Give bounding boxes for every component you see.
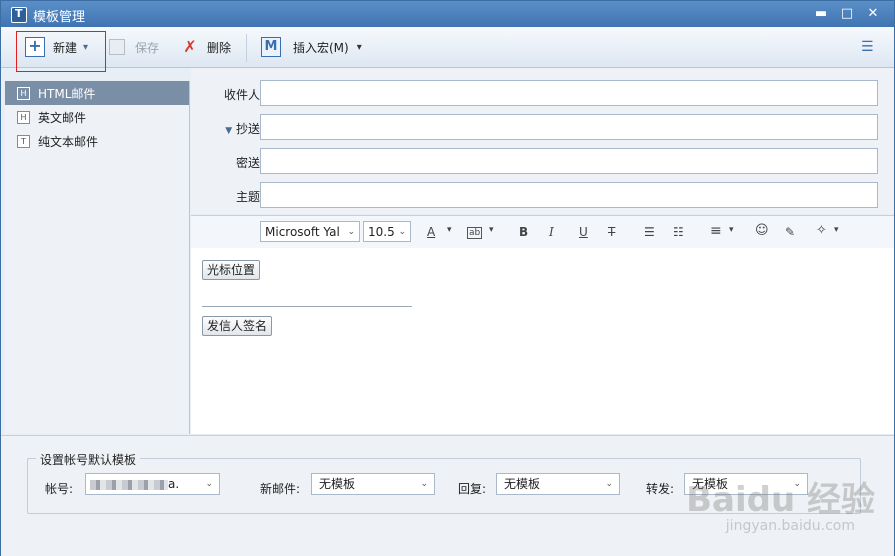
template-list: H HTML邮件 H 英文邮件 T 纯文本邮件 [5, 81, 190, 434]
align-icon[interactable]: ≡ [710, 223, 722, 239]
insert-macro-button[interactable]: M 插入宏(M) ▾ [261, 35, 362, 59]
chevron-down-icon: ⌄ [398, 227, 406, 237]
font-size-value: 10.5 [368, 225, 395, 239]
account-value-tail: a. [168, 477, 180, 491]
template-item-label: 英文邮件 [38, 110, 87, 125]
font-size-select[interactable]: 10.5 ⌄ [363, 221, 411, 242]
title-bar: 模板管理 ▬ □ ✕ [1, 1, 894, 27]
close-button[interactable]: ✕ [865, 6, 881, 22]
header-form: 收件人: ▼ 抄送: 密送: 主题: [191, 68, 894, 214]
new-mail-value: 无模板 [319, 477, 356, 491]
window-title: 模板管理 [33, 10, 86, 25]
html-template-icon: H [17, 86, 30, 100]
redacted-account [90, 479, 168, 490]
app-icon [11, 7, 27, 23]
template-item-plaintext[interactable]: T 纯文本邮件 [5, 129, 189, 153]
emoji-icon[interactable]: ☺ [755, 223, 769, 238]
bold-icon[interactable]: B [519, 225, 528, 239]
group-title: 设置帐号默认模板 [36, 451, 141, 468]
to-row: 收件人: [191, 80, 894, 106]
insert-macro-label: 插入宏(M) [293, 40, 349, 55]
chevron-down-icon[interactable]: ▾ [729, 225, 734, 235]
reply-label: 回复: [458, 482, 487, 496]
account-select[interactable]: a. ⌄ [85, 473, 220, 495]
chevron-down-icon: ⌄ [205, 479, 213, 489]
bullet-list-icon[interactable]: ☰ [644, 225, 655, 239]
subject-row: 主题: [191, 182, 894, 208]
account-label: 帐号: [45, 482, 74, 496]
reply-value: 无模板 [504, 477, 541, 491]
chevron-down-icon: ▾ [356, 41, 362, 53]
cc-input[interactable] [260, 114, 878, 140]
clear-format-icon[interactable]: ✎ [785, 225, 795, 239]
chevron-down-icon[interactable]: ▾ [834, 225, 839, 235]
cc-label-wrap: ▼ 抄送: [225, 120, 264, 137]
watermark-logo: Baidu 经验 [686, 480, 875, 520]
html-template-icon: H [17, 110, 30, 124]
underline-icon[interactable]: U [579, 225, 588, 239]
chevron-down-icon: ⌄ [605, 479, 613, 489]
template-item-html[interactable]: H HTML邮件 [5, 81, 189, 105]
subject-input[interactable] [260, 182, 878, 208]
toolbar: + 新建 ▾ 保存 ✗ 删除 M 插入宏(M) ▾ ☰ [1, 27, 894, 68]
highlight-color-icon[interactable]: ab [467, 227, 483, 239]
save-button-label: 保存 [135, 40, 160, 55]
template-item-english[interactable]: H 英文邮件 [5, 105, 189, 129]
template-item-label: 纯文本邮件 [38, 134, 99, 149]
chevron-down-icon: ⌄ [420, 479, 428, 489]
macro-icon: M [261, 37, 281, 57]
save-button[interactable]: 保存 [109, 35, 159, 59]
template-item-label: HTML邮件 [38, 86, 96, 101]
chevron-down-icon[interactable]: ▾ [447, 225, 452, 235]
highlight-box [16, 31, 106, 72]
delete-icon: ✗ [183, 37, 197, 56]
maximize-button[interactable]: □ [839, 6, 855, 22]
magic-wand-icon[interactable]: ✧ [816, 223, 827, 238]
new-mail-template-select[interactable]: 无模板 ⌄ [311, 473, 435, 495]
bcc-input[interactable] [260, 148, 878, 174]
delete-button[interactable]: ✗ 删除 [181, 35, 231, 59]
expand-triangle-icon[interactable]: ▼ [225, 126, 232, 136]
list-view-button[interactable]: ☰ [861, 35, 874, 59]
reply-template-select[interactable]: 无模板 ⌄ [496, 473, 620, 495]
delete-button-label: 删除 [207, 40, 232, 55]
bcc-row: 密送: [191, 148, 894, 174]
list-icon: ☰ [861, 39, 874, 55]
italic-icon[interactable]: I [549, 225, 554, 239]
cc-row: ▼ 抄送: [191, 114, 894, 140]
signature-divider [202, 306, 412, 307]
numbered-list-icon[interactable]: ☷ [673, 225, 684, 239]
sender-signature-token[interactable]: 发信人签名 [202, 316, 273, 336]
new-mail-label: 新邮件: [260, 482, 301, 496]
watermark-url: jingyan.baidu.com [725, 518, 855, 534]
font-family-value: Microsoft Yal [265, 225, 340, 239]
cursor-position-token[interactable]: 光标位置 [202, 260, 261, 280]
template-editor[interactable]: 光标位置 发信人签名 [191, 248, 894, 434]
font-family-select[interactable]: Microsoft Yal ⌄ [260, 221, 360, 242]
toolbar-divider [246, 34, 247, 62]
text-template-icon: T [17, 134, 30, 148]
forward-label: 转发: [646, 482, 675, 496]
save-icon [109, 39, 125, 55]
strikethrough-icon[interactable]: T [608, 225, 615, 239]
to-input[interactable] [260, 80, 878, 106]
chevron-down-icon[interactable]: ▾ [489, 225, 494, 235]
format-toolbar: Microsoft Yal ⌄ 10.5 ⌄ A ▾ ab ▾ B I U T … [191, 215, 894, 249]
chevron-down-icon: ⌄ [347, 227, 355, 237]
to-label: 收件人: [223, 88, 264, 102]
minimize-button[interactable]: ▬ [813, 6, 829, 22]
font-color-icon[interactable]: A [427, 225, 435, 239]
